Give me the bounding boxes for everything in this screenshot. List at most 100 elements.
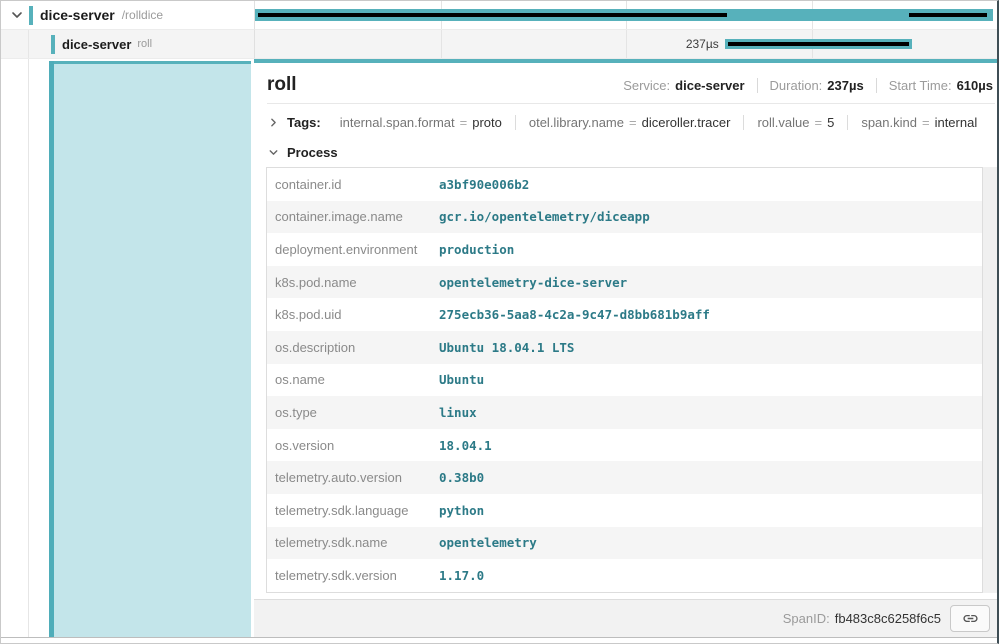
process-key: container.id — [267, 177, 439, 192]
table-row: telemetry.sdk.nameopentelemetry — [267, 527, 982, 560]
timeline-cell-rolldice — [254, 1, 997, 30]
tag-value: proto — [472, 115, 502, 130]
tag-value: internal — [935, 115, 978, 130]
timeline-gridline — [441, 30, 442, 58]
service-name: dice-server — [62, 37, 131, 52]
chevron-down-icon[interactable] — [267, 146, 280, 159]
indent-guide — [28, 59, 29, 637]
process-value: gcr.io/opentelemetry/diceapp — [439, 209, 650, 224]
process-value: production — [439, 242, 514, 257]
jaeger-trace-detail-view: dice-server /rolldice dice-server roll 2… — [0, 0, 999, 644]
span-color-bar — [51, 35, 55, 54]
process-value: 18.04.1 — [439, 438, 492, 453]
detail-header: roll Service: dice-server Duration: 237µ… — [254, 63, 997, 103]
timeline-gridline — [626, 30, 627, 58]
process-key: deployment.environment — [267, 242, 439, 257]
process-key: k8s.pod.name — [267, 275, 439, 290]
span-meta: Service: dice-server Duration: 237µs Sta… — [623, 78, 993, 93]
table-row: os.version18.04.1 — [267, 429, 982, 462]
critical-path-segment — [258, 13, 727, 17]
span-detail-row: roll Service: dice-server Duration: 237µ… — [1, 59, 997, 638]
span-bar-rolldice[interactable] — [255, 9, 993, 21]
detail-indent-rail — [1, 59, 254, 637]
critical-path-segment — [909, 13, 987, 17]
process-key: telemetry.sdk.language — [267, 503, 439, 518]
process-value: linux — [439, 405, 477, 420]
table-row: os.descriptionUbuntu 18.04.1 LTS — [267, 331, 982, 364]
span-name-cell-roll[interactable]: dice-server roll — [1, 30, 254, 59]
service-label: Service: — [623, 78, 670, 93]
table-row: k8s.pod.nameopentelemetry-dice-server — [267, 266, 982, 299]
process-key: os.description — [267, 340, 439, 355]
process-header-label: Process — [287, 145, 338, 160]
span-detail-card: roll Service: dice-server Duration: 237µ… — [254, 59, 997, 637]
process-key: os.name — [267, 372, 439, 387]
process-key: container.image.name — [267, 209, 439, 224]
span-row-rolldice[interactable]: dice-server /rolldice — [1, 1, 997, 30]
tag-key: internal.span.format — [340, 115, 455, 130]
selected-span-tint — [54, 61, 251, 637]
table-row: container.ida3bf90e006b2 — [267, 168, 982, 201]
span-duration-label: 237µs — [686, 37, 719, 51]
tag-equals: = — [629, 115, 637, 130]
table-row: container.image.namegcr.io/opentelemetry… — [267, 201, 982, 234]
process-table: container.ida3bf90e006b2 container.image… — [266, 167, 983, 593]
span-color-bar — [29, 6, 33, 25]
span-row-roll[interactable]: dice-server roll 237µs — [1, 30, 997, 59]
span-id-value: fb483c8c6258f6c5 — [835, 611, 941, 626]
tag-item: span.kind = internal — [847, 115, 990, 130]
operation-name: /rolldice — [122, 8, 163, 22]
process-key: os.type — [267, 405, 439, 420]
process-key: os.version — [267, 438, 439, 453]
table-row: os.nameUbuntu — [267, 364, 982, 397]
process-value: a3bf90e006b2 — [439, 177, 529, 192]
tags-accordion[interactable]: Tags: internal.span.format=proto otel.li… — [254, 104, 997, 133]
service-value: dice-server — [675, 78, 744, 93]
deep-link-button[interactable] — [950, 605, 990, 632]
tag-equals: = — [460, 115, 468, 130]
scrollbar-gutter — [983, 167, 997, 593]
duration-value: 237µs — [827, 78, 863, 93]
process-table-zone: container.ida3bf90e006b2 container.image… — [266, 167, 997, 593]
table-row: k8s.pod.uid275ecb36-5aa8-4c2a-9c47-d8bb6… — [267, 298, 982, 331]
tag-value: diceroller.tracer — [642, 115, 731, 130]
operation-name: roll — [137, 38, 152, 50]
chevron-right-icon[interactable] — [267, 116, 280, 129]
tag-key: span.kind — [861, 115, 917, 130]
tag-key: otel.library.name — [529, 115, 624, 130]
meta-separator — [757, 78, 758, 93]
link-icon — [962, 610, 979, 627]
service-name: dice-server — [40, 7, 115, 23]
meta-separator — [876, 78, 877, 93]
process-value: Ubuntu — [439, 372, 484, 387]
tag-value: 5 — [827, 115, 834, 130]
bottom-spacer — [1, 638, 997, 644]
timeline-cell-roll: 237µs — [254, 30, 997, 59]
start-time-value: 610µs — [957, 78, 993, 93]
tag-item: otel.library.name = diceroller.tracer — [515, 115, 744, 130]
chevron-down-icon[interactable] — [9, 7, 25, 23]
span-detail-footer: SpanID: fb483c8c6258f6c5 — [254, 599, 997, 637]
critical-path-segment — [728, 42, 909, 46]
table-row: telemetry.sdk.languagepython — [267, 494, 982, 527]
table-row: telemetry.auto.version0.38b0 — [267, 461, 982, 494]
span-name-cell-rolldice[interactable]: dice-server /rolldice — [1, 1, 254, 30]
process-value: opentelemetry — [439, 535, 537, 550]
tag-item: internal.span.format = proto — [327, 115, 515, 130]
process-value: python — [439, 503, 484, 518]
duration-label: Duration: — [770, 78, 823, 93]
process-value: 275ecb36-5aa8-4c2a-9c47-d8bb681b9aff — [439, 307, 710, 322]
span-bar-roll[interactable] — [725, 39, 912, 49]
process-value: Ubuntu 18.04.1 LTS — [439, 340, 574, 355]
process-accordion[interactable]: Process — [254, 133, 997, 167]
process-key: telemetry.sdk.name — [267, 535, 439, 550]
table-row: deployment.environmentproduction — [267, 233, 982, 266]
tag-equals: = — [815, 115, 823, 130]
table-row: os.typelinux — [267, 396, 982, 429]
table-row: telemetry.sdk.version1.17.0 — [267, 559, 982, 592]
process-key: k8s.pod.uid — [267, 307, 439, 322]
process-value: opentelemetry-dice-server — [439, 275, 627, 290]
process-key: telemetry.sdk.version — [267, 568, 439, 583]
start-time-label: Start Time: — [889, 78, 952, 93]
tag-equals: = — [922, 115, 930, 130]
